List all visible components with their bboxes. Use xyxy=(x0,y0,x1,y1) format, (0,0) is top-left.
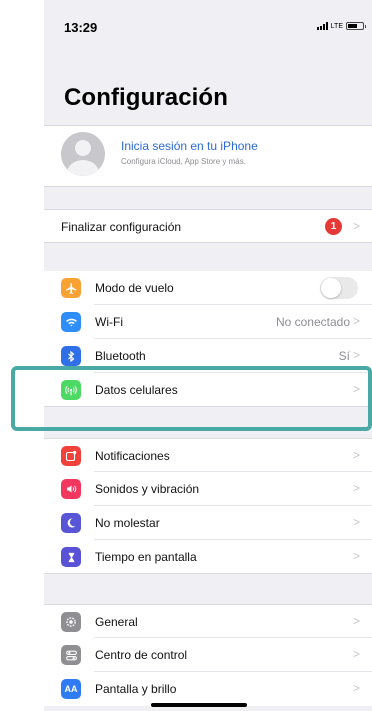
settings-row-screen-time[interactable]: Tiempo en pantalla > xyxy=(44,540,372,574)
signin-title: Inicia sesión en tu iPhone xyxy=(121,139,258,153)
airplane-icon xyxy=(61,278,81,298)
gear-icon xyxy=(61,612,81,632)
chevron-right-icon: > xyxy=(352,481,360,495)
bluetooth-label: Bluetooth xyxy=(95,349,146,363)
control-center-label: Centro de control xyxy=(95,648,188,662)
speaker-icon xyxy=(61,479,81,499)
chevron-right-icon: > xyxy=(352,314,360,328)
chevron-right-icon: > xyxy=(352,549,360,563)
settings-row-airplane-mode[interactable]: Modo de vuelo xyxy=(44,271,372,305)
finish-setup-row[interactable]: Finalizar configuración 1 > xyxy=(44,209,372,243)
page-title: Configuración xyxy=(64,84,228,111)
moon-icon xyxy=(61,513,81,533)
status-bar: 13:29 LTE xyxy=(44,0,372,60)
signin-subtitle: Configura iCloud, App Store y más. xyxy=(121,157,246,166)
settings-screen: 13:29 LTE Configuración Inicia sesión en… xyxy=(44,0,372,711)
display-brightness-label: Pantalla y brillo xyxy=(95,682,177,696)
wifi-icon xyxy=(61,312,81,332)
notification-badge: 1 xyxy=(325,218,342,235)
network-type: LTE xyxy=(330,22,343,30)
wifi-label: Wi-Fi xyxy=(95,315,123,329)
bluetooth-icon xyxy=(61,346,81,366)
screen-time-label: Tiempo en pantalla xyxy=(95,550,197,564)
settings-row-do-not-disturb[interactable]: No molestar > xyxy=(44,506,372,540)
battery-icon xyxy=(346,22,366,30)
chevron-right-icon: > xyxy=(352,515,360,529)
wifi-status: No conectado xyxy=(275,315,350,329)
hourglass-icon xyxy=(61,547,81,567)
chevron-right-icon: > xyxy=(352,219,360,233)
status-indicators: LTE xyxy=(316,22,366,30)
home-indicator[interactable] xyxy=(151,703,247,707)
sounds-label: Sonidos y vibración xyxy=(95,482,200,496)
avatar-icon xyxy=(61,132,105,176)
bluetooth-status: Sí xyxy=(338,349,350,363)
chevron-right-icon: > xyxy=(352,448,360,462)
display-aa-icon: AA xyxy=(61,679,81,699)
status-time: 13:29 xyxy=(64,20,98,35)
settings-row-display-brightness[interactable]: AA Pantalla y brillo > xyxy=(44,672,372,706)
settings-row-notifications[interactable]: Notificaciones > xyxy=(44,438,372,472)
chevron-right-icon: > xyxy=(352,647,360,661)
airplane-mode-label: Modo de vuelo xyxy=(95,281,174,295)
settings-row-general[interactable]: General > xyxy=(44,604,372,638)
finish-setup-label: Finalizar configuración xyxy=(61,220,182,234)
chevron-right-icon: > xyxy=(352,348,360,362)
cellular-data-highlight xyxy=(11,366,372,431)
signal-strength-icon xyxy=(316,22,328,30)
notifications-icon xyxy=(61,446,81,466)
apple-id-signin-row[interactable]: Inicia sesión en tu iPhone Configura iCl… xyxy=(44,125,372,187)
chevron-right-icon: > xyxy=(352,681,360,695)
toggles-icon xyxy=(61,645,81,665)
airplane-mode-toggle[interactable] xyxy=(320,277,358,299)
settings-row-sounds[interactable]: Sonidos y vibración > xyxy=(44,472,372,506)
chevron-right-icon: > xyxy=(352,614,360,628)
settings-row-wifi[interactable]: Wi-Fi No conectado > xyxy=(44,305,372,339)
general-label: General xyxy=(95,615,138,629)
settings-row-control-center[interactable]: Centro de control > xyxy=(44,638,372,672)
notifications-label: Notificaciones xyxy=(95,449,170,463)
do-not-disturb-label: No molestar xyxy=(95,516,160,530)
